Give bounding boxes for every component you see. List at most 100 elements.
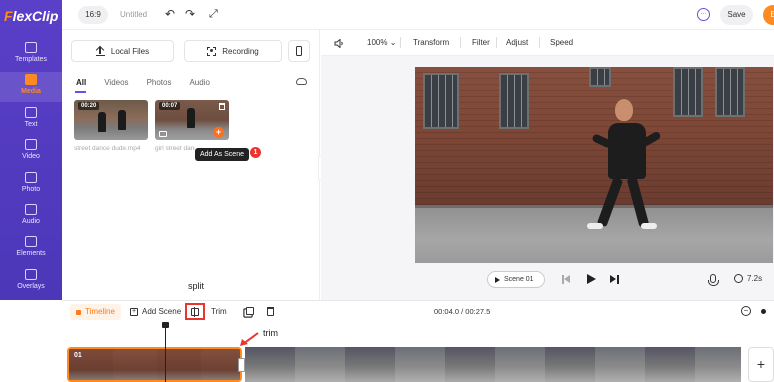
split-button[interactable]: [185, 303, 205, 320]
project-title[interactable]: Untitled: [120, 10, 147, 19]
timeline-label: Timeline: [85, 307, 115, 316]
local-files-label: Local Files: [110, 46, 150, 56]
next-icon[interactable]: [610, 275, 619, 284]
upload-icon: [95, 46, 105, 56]
duration-badge: 00:07: [159, 102, 181, 110]
sidebar-item-label: Text: [24, 121, 38, 128]
trim-annotation: trim: [263, 328, 278, 338]
trim-button[interactable]: Trim: [211, 307, 227, 316]
sidebar-item-photo[interactable]: Photo: [0, 170, 62, 200]
active-tab-underline: [75, 91, 86, 93]
sidebar: FlexClip Templates Media Text Video Photo Aud…: [0, 0, 62, 300]
templates-icon: [25, 42, 37, 53]
video-preview[interactable]: [415, 67, 773, 263]
add-scene-plus-icon[interactable]: +: [213, 127, 224, 138]
record-icon: [207, 46, 217, 56]
duplicate-icon[interactable]: [246, 307, 254, 315]
zoom-slider-handle[interactable]: [761, 309, 766, 314]
tab-all[interactable]: All: [76, 78, 86, 90]
add-icon: +: [130, 307, 138, 316]
timeline-toggle[interactable]: Timeline: [70, 304, 121, 320]
fullscreen-icon[interactable]: ⤢: [209, 8, 218, 20]
media-tabs: All Videos Photos Audio: [76, 78, 210, 90]
save-button[interactable]: Save: [720, 5, 753, 25]
speed-button[interactable]: Speed: [550, 38, 573, 47]
overlays-icon: [25, 269, 37, 280]
add-scene-button[interactable]: + Add Scene: [130, 307, 181, 316]
media-filename: girl street dance: [155, 145, 195, 152]
scene-label: Scene 01: [504, 276, 534, 283]
volume-icon[interactable]: [334, 39, 344, 48]
recording-button[interactable]: Recording: [184, 40, 282, 62]
sidebar-item-label: Photo: [21, 186, 41, 193]
chat-icon[interactable]: …: [697, 8, 710, 21]
flexclip-editor: FlexClip Templates Media Text Video Photo Aud…: [0, 0, 774, 382]
tab-videos[interactable]: Videos: [104, 78, 128, 90]
trim-handle[interactable]: [238, 358, 245, 372]
media-filename: street dance dude.mp4: [74, 145, 141, 152]
adjust-button[interactable]: Adjust: [506, 38, 528, 47]
tab-photos[interactable]: Photos: [147, 78, 172, 90]
audio-icon: [25, 204, 37, 215]
text-icon: [25, 107, 37, 118]
step-badge: 1: [250, 147, 261, 158]
zoom-select[interactable]: 100% ⌄: [367, 38, 396, 47]
filter-button[interactable]: Filter: [472, 38, 490, 47]
previous-icon[interactable]: [562, 275, 571, 284]
sidebar-item-text[interactable]: Text: [0, 105, 62, 135]
cloud-icon[interactable]: [296, 78, 307, 85]
transform-button[interactable]: Transform: [413, 38, 449, 47]
timecode: 00:04.0 / 00:27.5: [434, 307, 491, 316]
image-icon[interactable]: [159, 131, 167, 137]
sidebar-item-video[interactable]: Video: [0, 137, 62, 167]
sidebar-item-audio[interactable]: Audio: [0, 202, 62, 232]
timeline-track: 01 +: [62, 322, 774, 382]
video-icon: [25, 139, 37, 150]
aspect-ratio-button[interactable]: 16:9: [78, 6, 108, 24]
phone-icon: [296, 46, 302, 56]
preview-area: 100% ⌄ Transform Filter Adjust Speed Sce…: [321, 30, 774, 300]
sidebar-item-templates[interactable]: Templates: [0, 40, 62, 70]
local-files-button[interactable]: Local Files: [71, 40, 174, 62]
split-icon: [191, 306, 199, 317]
timeline-clip[interactable]: [245, 347, 741, 382]
play-scene-button[interactable]: Scene 01: [487, 271, 545, 288]
undo-icon[interactable]: ↶: [165, 8, 175, 20]
sidebar-item-elements[interactable]: Elements: [0, 234, 62, 264]
playhead-handle[interactable]: [162, 322, 169, 328]
sidebar-item-label: Elements: [16, 250, 46, 257]
media-panel: Local Files Recording All Videos Photos …: [62, 30, 320, 300]
playback-controls: Scene 01 7.2s: [321, 270, 774, 300]
redo-icon[interactable]: ↷: [185, 8, 195, 20]
sidebar-item-label: Templates: [15, 56, 47, 63]
media-icon: [25, 74, 37, 85]
scene-duration[interactable]: 7.2s: [747, 274, 762, 283]
arrow-icon: [240, 332, 259, 346]
sidebar-item-label: Audio: [22, 218, 40, 225]
zoom-out-icon[interactable]: −: [741, 306, 751, 316]
play-icon[interactable]: [587, 274, 596, 284]
tab-audio[interactable]: Audio: [189, 78, 209, 90]
sidebar-item-label: Media: [21, 88, 41, 95]
timeline-clip-selected[interactable]: 01: [67, 347, 242, 382]
add-clip-button[interactable]: +: [748, 347, 774, 382]
delete-icon[interactable]: [267, 307, 274, 316]
split-annotation: split: [188, 281, 205, 291]
add-as-scene-tooltip: Add As Scene: [195, 148, 249, 161]
sidebar-item-overlays[interactable]: Overlays: [0, 267, 62, 297]
media-item[interactable]: 00:07 +: [155, 100, 229, 140]
flexclip-logo: FlexClip: [4, 8, 59, 24]
timeline-toolbar: Timeline + Add Scene Trim 00:04.0 / 00:2…: [62, 300, 774, 322]
playhead[interactable]: [165, 322, 166, 382]
trash-icon[interactable]: [219, 103, 225, 110]
top-bar: 16:9 Untitled ↶ ↷ ⤢ … Save E: [62, 0, 774, 30]
sidebar-item-media[interactable]: Media: [0, 72, 62, 102]
clip-number: 01: [74, 352, 82, 359]
microphone-icon[interactable]: [708, 274, 719, 286]
phone-upload-button[interactable]: [288, 40, 310, 62]
recording-label: Recording: [222, 46, 259, 56]
photo-icon: [25, 172, 37, 183]
media-item[interactable]: 00:20: [74, 100, 148, 140]
export-button[interactable]: E: [763, 5, 774, 25]
clock-icon: [734, 274, 743, 283]
